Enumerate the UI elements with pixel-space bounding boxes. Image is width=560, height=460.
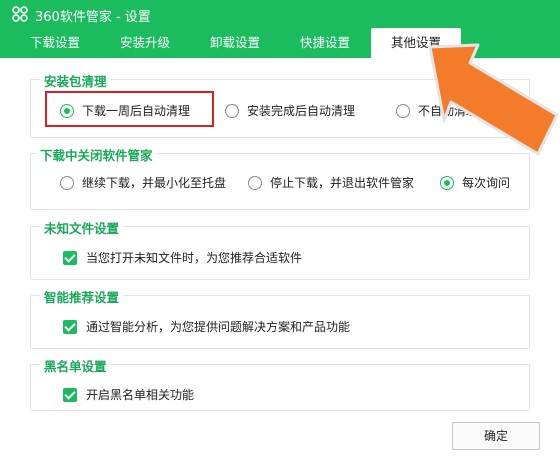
title-bar: 360软件管家 - 设置 [0, 0, 560, 28]
radio-button-selected[interactable] [60, 103, 74, 118]
radio-continue-download[interactable]: 继续下载，并最小化至托盘 [60, 174, 226, 191]
radio-stop-download[interactable]: 停止下载，并退出软件管家 [248, 174, 414, 191]
radio-label: 不自动清理 [418, 104, 479, 118]
radio-label: 继续下载，并最小化至托盘 [82, 176, 227, 190]
checkbox-label: 开启黑名单相关功能 [86, 388, 195, 402]
section-title-unknown-file: 未知文件设置 [40, 218, 124, 237]
radio-cleanup-after-week[interactable]: 下载一周后自动清理 [60, 102, 190, 119]
checkbox-label: 通过智能分析，为您提供问题解决方案和产品功能 [86, 320, 351, 334]
checkbox-label: 当您打开未知文件时，为您推荐合适软件 [86, 251, 303, 265]
radio-ask-every-time[interactable]: 每次询问 [440, 174, 510, 191]
section-title-package-cleanup: 安装包清理 [40, 71, 111, 90]
checkbox-enable-blacklist[interactable]: 开启黑名单相关功能 [63, 386, 194, 403]
tab-other-settings[interactable]: 其他设置 [371, 28, 461, 58]
tab-download-settings[interactable]: 下载设置 [20, 28, 90, 58]
checkbox-smart-analysis[interactable]: 通过智能分析，为您提供问题解决方案和产品功能 [63, 318, 350, 335]
radio-no-auto-cleanup[interactable]: 不自动清理 [396, 102, 478, 119]
radio-button-selected[interactable] [440, 175, 454, 190]
section-title-smart-recommend: 智能推荐设置 [40, 287, 124, 306]
radio-button[interactable] [225, 103, 239, 118]
radio-cleanup-after-install[interactable]: 安装完成后自动清理 [225, 102, 355, 119]
radio-label: 下载一周后自动清理 [82, 104, 191, 118]
checkbox-checked[interactable] [63, 250, 77, 265]
checkbox-checked[interactable] [63, 387, 77, 402]
tab-uninstall-settings[interactable]: 卸载设置 [198, 28, 272, 58]
radio-button[interactable] [60, 175, 74, 190]
radio-label: 安装完成后自动清理 [247, 104, 356, 118]
section-title-blacklist: 黑名单设置 [40, 356, 111, 375]
checkbox-recommend-software[interactable]: 当您打开未知文件时，为您推荐合适软件 [63, 249, 302, 266]
tab-bar: 下载设置 安装升级 卸载设置 快捷设置 其他设置 [0, 28, 560, 58]
radio-label: 停止下载，并退出软件管家 [270, 176, 415, 190]
radio-button[interactable] [248, 175, 262, 190]
ok-button[interactable]: 确定 [452, 422, 540, 450]
tab-shortcut-settings[interactable]: 快捷设置 [288, 28, 362, 58]
checkbox-checked[interactable] [63, 319, 77, 334]
radio-label: 每次询问 [462, 176, 511, 190]
app-grid-icon [12, 6, 28, 22]
tab-install-upgrade[interactable]: 安装升级 [108, 28, 182, 58]
radio-button[interactable] [396, 103, 410, 118]
window-title: 360软件管家 - 设置 [35, 10, 151, 25]
section-title-close-while-downloading: 下载中关闭软件管家 [36, 145, 157, 164]
